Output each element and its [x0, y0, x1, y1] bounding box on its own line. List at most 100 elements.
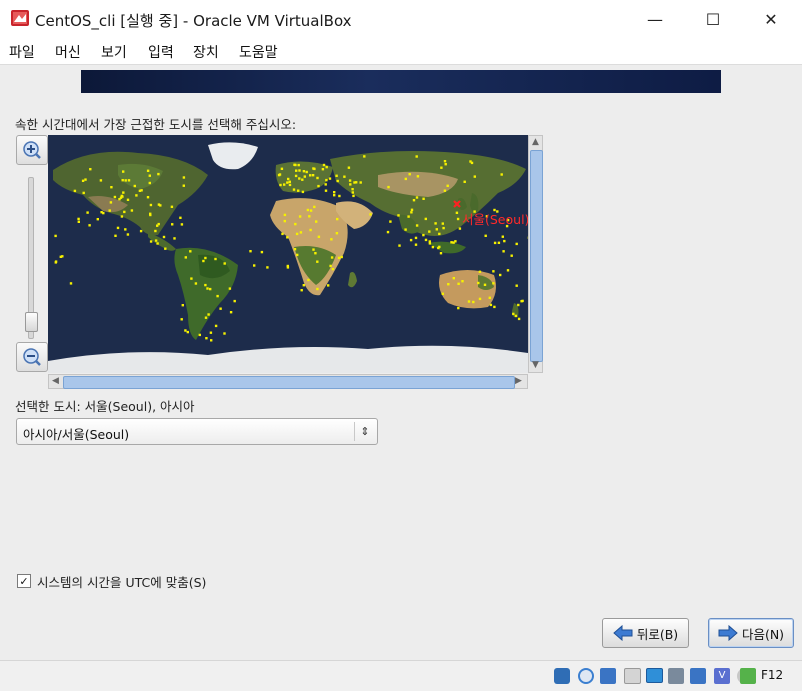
virtualization-icon[interactable]: V — [714, 668, 730, 684]
city-dot[interactable] — [78, 221, 80, 223]
city-dot[interactable] — [302, 191, 304, 193]
city-dot[interactable] — [317, 185, 319, 187]
city-dot[interactable] — [289, 184, 291, 186]
city-dot[interactable] — [294, 223, 296, 225]
city-dot[interactable] — [369, 213, 371, 215]
city-dot[interactable] — [511, 255, 513, 257]
city-dot[interactable] — [284, 220, 286, 222]
city-dot[interactable] — [171, 223, 173, 225]
city-dot[interactable] — [281, 168, 283, 170]
audio-icon[interactable] — [600, 668, 616, 684]
city-dot[interactable] — [329, 177, 331, 179]
map-vertical-scrollbar[interactable]: ▲ ▼ — [528, 135, 543, 373]
city-dot[interactable] — [333, 191, 335, 193]
optical-disc-icon[interactable] — [578, 668, 594, 684]
city-dot[interactable] — [316, 261, 318, 263]
city-dot[interactable] — [442, 227, 444, 229]
city-dot[interactable] — [457, 307, 459, 309]
city-dot[interactable] — [349, 183, 351, 185]
city-dot[interactable] — [493, 209, 495, 211]
menu-view[interactable]: 보기 — [101, 42, 127, 62]
city-dot[interactable] — [304, 175, 306, 177]
city-dot[interactable] — [438, 246, 440, 248]
zoom-out-button[interactable] — [16, 342, 48, 372]
city-dot[interactable] — [149, 175, 151, 177]
city-dot[interactable] — [54, 235, 56, 237]
menu-file[interactable]: 파일 — [9, 42, 35, 62]
city-dot[interactable] — [309, 174, 311, 176]
city-dot[interactable] — [214, 258, 216, 260]
city-dot[interactable] — [447, 185, 449, 187]
city-dot[interactable] — [436, 228, 438, 230]
city-dot[interactable] — [313, 168, 315, 170]
city-dot[interactable] — [154, 230, 156, 232]
map-horizontal-scrollbar[interactable]: ◀ ▶ — [48, 374, 528, 389]
city-dot[interactable] — [223, 332, 225, 334]
city-dot[interactable] — [518, 318, 520, 320]
city-dot[interactable] — [351, 188, 353, 190]
city-dot[interactable] — [301, 179, 303, 181]
city-dot[interactable] — [150, 204, 152, 206]
city-dot[interactable] — [407, 215, 409, 217]
city-dot[interactable] — [494, 242, 496, 244]
city-dot[interactable] — [352, 191, 354, 193]
city-dot[interactable] — [204, 257, 206, 259]
city-dot[interactable] — [86, 211, 88, 213]
city-dot[interactable] — [442, 293, 444, 295]
city-dot[interactable] — [70, 282, 72, 284]
city-dot[interactable] — [459, 227, 461, 229]
city-dot[interactable] — [335, 175, 337, 177]
city-dot[interactable] — [204, 284, 206, 286]
city-dot[interactable] — [326, 166, 328, 168]
city-dot[interactable] — [343, 176, 345, 178]
city-dot[interactable] — [442, 222, 444, 224]
city-dot[interactable] — [296, 254, 298, 256]
city-dot[interactable] — [405, 178, 407, 180]
city-dot[interactable] — [457, 218, 459, 220]
city-dot[interactable] — [173, 237, 175, 239]
close-button[interactable]: ✕ — [742, 0, 800, 38]
city-dot[interactable] — [128, 179, 130, 181]
city-dot[interactable] — [181, 223, 183, 225]
city-dot[interactable] — [295, 170, 297, 172]
city-dot[interactable] — [189, 250, 191, 252]
city-dot[interactable] — [289, 181, 291, 183]
city-dot[interactable] — [397, 214, 399, 216]
city-dot[interactable] — [307, 279, 309, 281]
city-dot[interactable] — [184, 329, 186, 331]
map-vertical-scroll-thumb[interactable] — [530, 150, 543, 362]
city-dot[interactable] — [315, 220, 317, 222]
maximize-button[interactable]: ☐ — [684, 0, 742, 38]
city-dot[interactable] — [150, 240, 152, 242]
city-dot[interactable] — [404, 228, 406, 230]
city-dot[interactable] — [303, 170, 305, 172]
city-dot[interactable] — [97, 218, 99, 220]
city-dot[interactable] — [205, 337, 207, 339]
city-dot[interactable] — [209, 288, 211, 290]
city-dot[interactable] — [322, 168, 324, 170]
menu-devices[interactable]: 장치 — [193, 42, 219, 62]
city-dot[interactable] — [149, 182, 151, 184]
zoom-slider-handle[interactable] — [25, 312, 38, 332]
city-dot[interactable] — [179, 217, 181, 219]
city-dot[interactable] — [457, 283, 459, 285]
city-dot[interactable] — [410, 239, 412, 241]
city-dot[interactable] — [140, 189, 142, 191]
city-dot[interactable] — [284, 214, 286, 216]
city-dot[interactable] — [164, 248, 166, 250]
network-icon[interactable] — [624, 668, 641, 684]
city-dot[interactable] — [202, 260, 204, 262]
city-dot[interactable] — [110, 186, 112, 188]
city-dot[interactable] — [183, 185, 185, 187]
city-dot[interactable] — [387, 231, 389, 233]
city-dot[interactable] — [123, 211, 125, 213]
city-dot[interactable] — [183, 176, 185, 178]
city-dot[interactable] — [122, 179, 124, 181]
city-dot[interactable] — [477, 282, 479, 284]
city-dot[interactable] — [83, 192, 85, 194]
city-dot[interactable] — [438, 233, 440, 235]
city-dot[interactable] — [210, 339, 212, 341]
city-dot[interactable] — [492, 270, 494, 272]
city-dot[interactable] — [297, 190, 299, 192]
city-dot[interactable] — [74, 190, 76, 192]
